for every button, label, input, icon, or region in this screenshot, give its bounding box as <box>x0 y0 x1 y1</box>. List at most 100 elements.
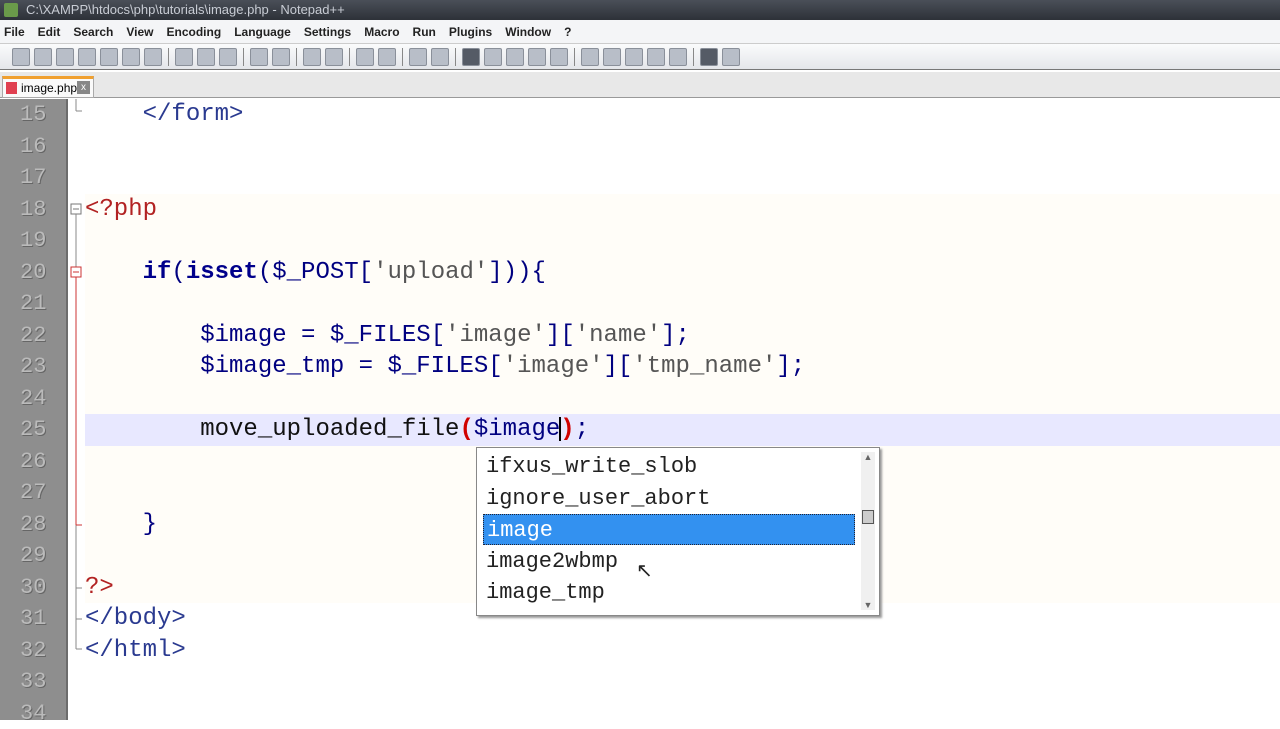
indent-guide-icon[interactable] <box>506 48 524 66</box>
code-line[interactable] <box>85 666 1280 698</box>
word-wrap-icon[interactable] <box>462 48 480 66</box>
zoom-in-icon[interactable] <box>356 48 374 66</box>
line-number: 30 <box>20 572 60 604</box>
autocomplete-item[interactable]: ignore_user_abort <box>483 483 855 514</box>
stop-macro-icon[interactable] <box>603 48 621 66</box>
tab-image-php[interactable]: image.php x <box>2 76 94 98</box>
code-line[interactable] <box>85 162 1280 194</box>
record-macro-icon[interactable] <box>581 48 599 66</box>
autocomplete-item[interactable]: ifxus_write_slob <box>483 451 855 482</box>
autocomplete-item[interactable]: image <box>483 514 855 545</box>
code-line[interactable]: </form> <box>85 99 1280 131</box>
token-var: $_FILES <box>330 322 431 349</box>
sync-h-icon[interactable] <box>431 48 449 66</box>
scrollbar-thumb[interactable] <box>862 510 874 524</box>
autocomplete-popup: ▲ ▼ ifxus_write_slobignore_user_abortima… <box>476 447 880 616</box>
menu-edit[interactable]: Edit <box>38 20 61 43</box>
show-all-icon[interactable] <box>484 48 502 66</box>
autocomplete-item[interactable]: image2wbmp <box>483 546 855 577</box>
menu-encoding[interactable]: Encoding <box>167 20 222 43</box>
menu-run[interactable]: Run <box>413 20 436 43</box>
token-op: ; <box>575 416 589 443</box>
menu-language[interactable]: Language <box>234 20 291 43</box>
menu-window[interactable]: Window <box>505 20 551 43</box>
token-html: </body> <box>85 605 186 632</box>
zoom-out-icon[interactable] <box>378 48 396 66</box>
udl-icon[interactable] <box>528 48 546 66</box>
paste-icon[interactable] <box>219 48 237 66</box>
scroll-down-arrow-icon[interactable]: ▼ <box>861 600 875 610</box>
save-macro-icon[interactable] <box>669 48 687 66</box>
token-brace: ( <box>459 416 473 443</box>
scroll-up-arrow-icon[interactable]: ▲ <box>861 452 875 462</box>
indent <box>85 416 200 443</box>
replace-icon[interactable] <box>325 48 343 66</box>
save-icon[interactable] <box>56 48 74 66</box>
line-number: 16 <box>20 131 60 163</box>
menu-plugins[interactable]: Plugins <box>449 20 492 43</box>
indent <box>85 353 200 380</box>
code-line[interactable]: </html> <box>85 635 1280 667</box>
token-var: $image <box>474 416 560 443</box>
play-macro-icon[interactable] <box>625 48 643 66</box>
token-var: $_POST <box>272 259 358 286</box>
toolbar-separator <box>455 48 456 66</box>
code-line[interactable] <box>85 225 1280 257</box>
copy-icon[interactable] <box>197 48 215 66</box>
autocomplete-scrollbar[interactable]: ▲ ▼ <box>861 452 875 610</box>
menu-settings[interactable]: Settings <box>304 20 351 43</box>
code-line[interactable] <box>85 383 1280 415</box>
undo-icon[interactable] <box>250 48 268 66</box>
code-line[interactable]: $image_tmp = $_FILES['image']['tmp_name'… <box>85 351 1280 383</box>
redo-icon[interactable] <box>272 48 290 66</box>
token-op: [ <box>431 322 445 349</box>
code-line[interactable]: <?php <box>85 194 1280 226</box>
token-op: ][ <box>604 353 633 380</box>
toolbar <box>0 44 1280 70</box>
code-line[interactable] <box>85 698 1280 729</box>
code-line[interactable] <box>85 131 1280 163</box>
doc-map-icon[interactable] <box>550 48 568 66</box>
menu-view[interactable]: View <box>126 20 153 43</box>
line-number: 25 <box>20 414 60 446</box>
code-line[interactable] <box>85 288 1280 320</box>
menu-bar: File Edit Search View Encoding Language Settin… <box>0 20 1280 44</box>
token-op: ( <box>258 259 272 286</box>
token-var: $_FILES <box>387 353 488 380</box>
folder-icon[interactable] <box>722 48 740 66</box>
print-icon[interactable] <box>144 48 162 66</box>
save-all-icon[interactable] <box>78 48 96 66</box>
code-editor[interactable]: </form> <?php if(isset($_POST['upload']))… <box>85 99 1280 720</box>
code-line[interactable]: move_uploaded_file($image); <box>85 414 1280 446</box>
notepadpp-app-icon <box>4 3 18 17</box>
close-tab-icon[interactable]: x <box>77 81 90 94</box>
spellcheck-icon[interactable] <box>700 48 718 66</box>
line-number: 26 <box>20 446 60 478</box>
line-number: 28 <box>20 509 60 541</box>
toolbar-separator <box>402 48 403 66</box>
code-line[interactable]: if(isset($_POST['upload'])){ <box>85 257 1280 289</box>
code-line[interactable]: $image = $_FILES['image']['name']; <box>85 320 1280 352</box>
menu-file[interactable]: File <box>4 20 25 43</box>
close-icon[interactable] <box>100 48 118 66</box>
token-phpd: <?php <box>85 196 157 223</box>
toolbar-separator <box>574 48 575 66</box>
autocomplete-item[interactable]: image_tmp <box>483 577 855 608</box>
token-str: 'image' <box>503 353 604 380</box>
token-op: = <box>344 353 387 380</box>
fold-margin[interactable] <box>68 99 85 720</box>
menu-help[interactable]: ? <box>564 20 571 43</box>
find-icon[interactable] <box>303 48 321 66</box>
menu-macro[interactable]: Macro <box>364 20 399 43</box>
close-all-icon[interactable] <box>122 48 140 66</box>
token-fn: move_uploaded_file <box>200 416 459 443</box>
token-op: ])){ <box>488 259 546 286</box>
sync-v-icon[interactable] <box>409 48 427 66</box>
new-file-icon[interactable] <box>12 48 30 66</box>
open-icon[interactable] <box>34 48 52 66</box>
token-op: [ <box>488 353 502 380</box>
cut-icon[interactable] <box>175 48 193 66</box>
run-macro-multiple-icon[interactable] <box>647 48 665 66</box>
token-var: $image_tmp <box>200 353 344 380</box>
menu-search[interactable]: Search <box>73 20 113 43</box>
